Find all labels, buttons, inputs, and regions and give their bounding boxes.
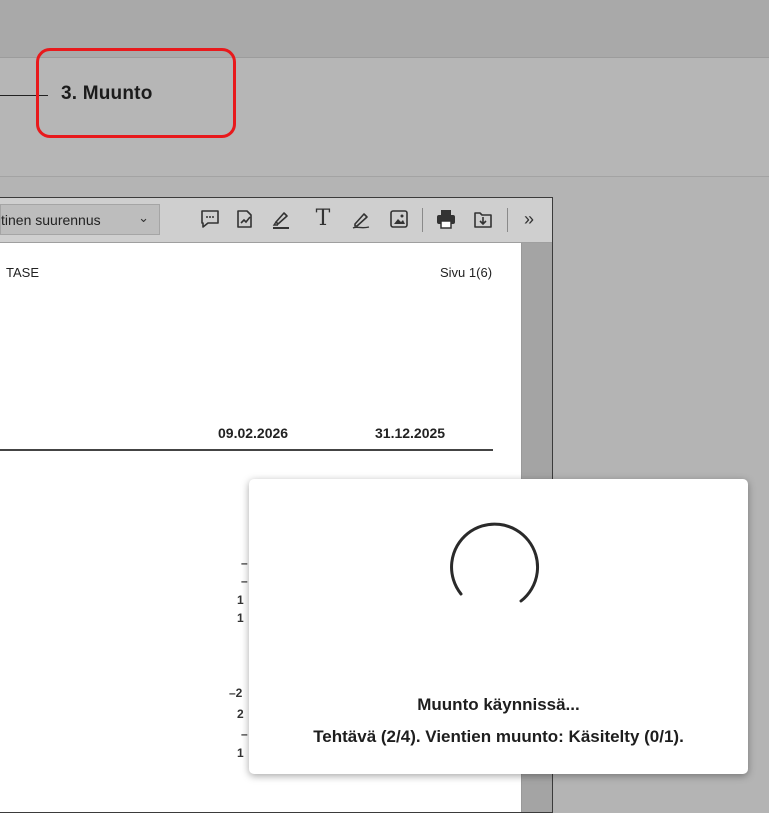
sign-icon[interactable] — [232, 206, 258, 232]
toolbar-separator — [422, 208, 423, 232]
viewer-toolbar: tinen suurennus ⌄ T » — [0, 198, 552, 243]
table-fragment: –2 — [229, 686, 243, 700]
page-indicator: Sivu 1(6) — [440, 265, 493, 280]
dialog-title: Muunto käynnissä... — [417, 695, 580, 714]
dialog-status: Tehtävä (2/4). Vientien muunto: Käsitelt… — [313, 727, 684, 746]
chevron-down-icon: ⌄ — [138, 210, 149, 225]
print-icon[interactable] — [433, 206, 459, 232]
highlight-annotation — [36, 48, 236, 138]
zoom-select[interactable]: tinen suurennus ⌄ — [0, 204, 160, 235]
draw-icon[interactable] — [348, 206, 374, 232]
date-column-2: 31.12.2025 — [375, 425, 446, 441]
document-title: TASE — [6, 265, 39, 280]
date-column-1: 09.02.2026 — [218, 425, 289, 441]
table-fragment: 1 — [237, 746, 244, 760]
table-fragment: – — [241, 727, 248, 741]
table-fragment: 2 — [237, 707, 244, 721]
table-fragment: – — [241, 556, 248, 570]
table-fragment: – — [241, 574, 248, 588]
header-rule — [0, 449, 493, 451]
highlight-icon[interactable] — [268, 206, 294, 232]
text-icon[interactable]: T — [310, 206, 336, 232]
download-icon[interactable] — [470, 206, 496, 232]
comment-icon[interactable] — [197, 206, 223, 232]
toolbar-separator — [507, 208, 508, 232]
table-fragment: 1 — [237, 611, 244, 625]
loading-spinner-icon — [445, 512, 549, 616]
image-icon[interactable] — [386, 206, 412, 232]
more-tools-icon[interactable]: » — [516, 206, 542, 232]
table-fragment: 1 — [237, 593, 244, 607]
zoom-value: tinen suurennus — [1, 212, 101, 228]
conversion-progress-dialog: Muunto käynnissä... Tehtävä (2/4). Vient… — [249, 479, 748, 774]
